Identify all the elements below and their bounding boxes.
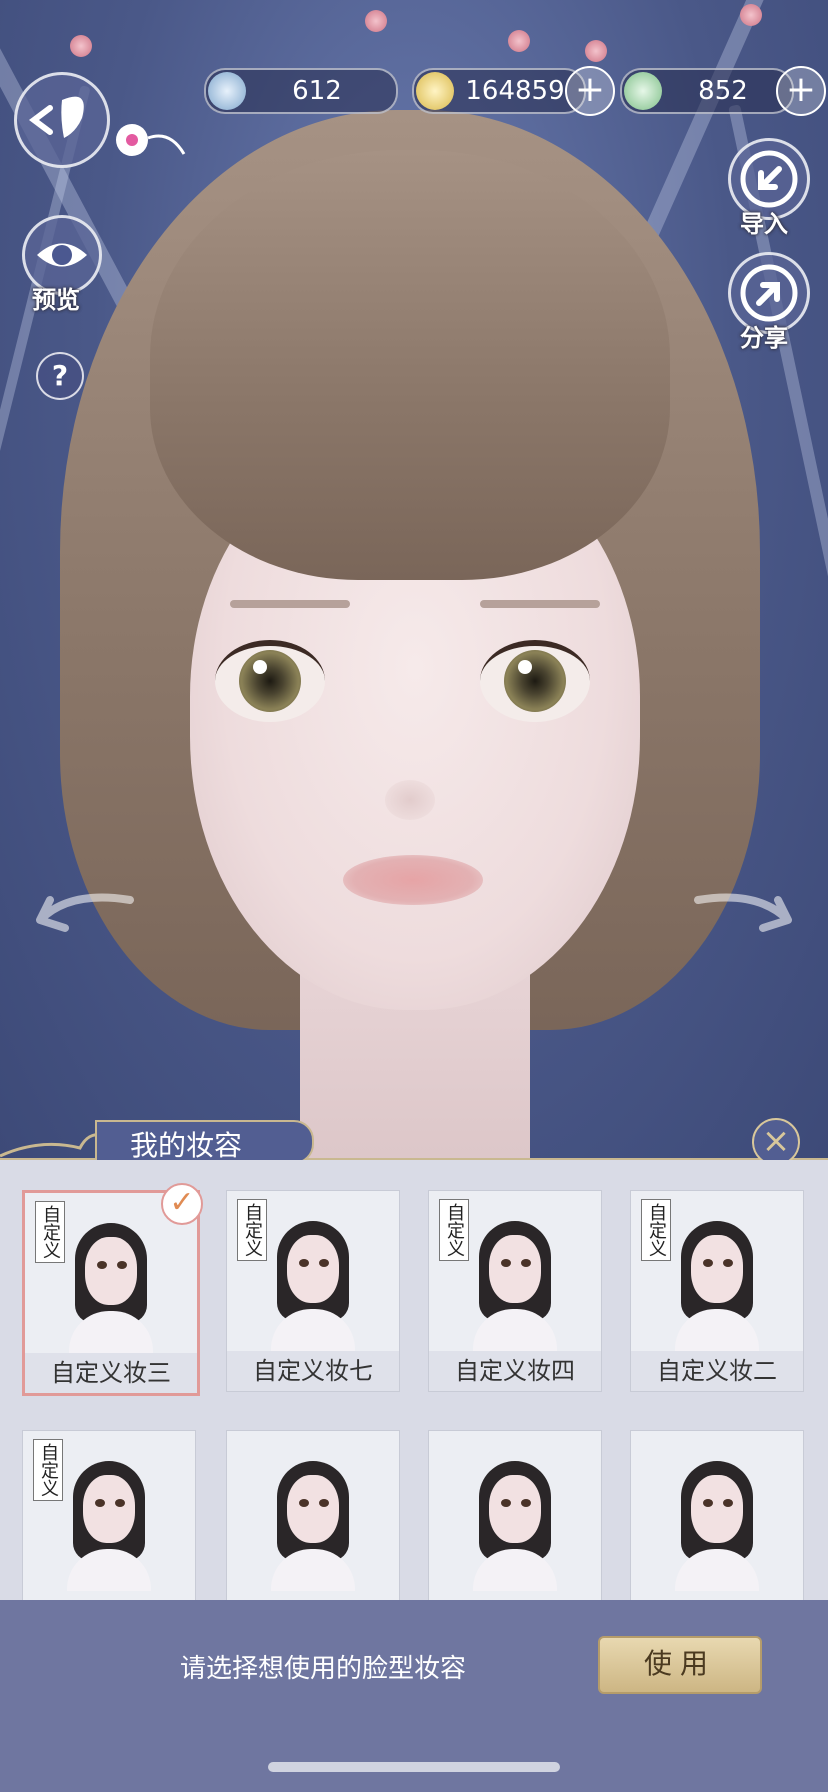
makeup-caption: 自定义妆二 [631, 1351, 803, 1391]
add-coin-button[interactable]: + [565, 66, 615, 116]
custom-tag: 自定义 [237, 1199, 267, 1261]
back-butterfly-icon [29, 96, 84, 138]
custom-tag: 自定义 [33, 1439, 63, 1501]
help-icon: ? [51, 359, 69, 392]
jade-icon [208, 72, 246, 110]
jade-token-icon [624, 72, 662, 110]
help-button[interactable]: ? [36, 352, 84, 400]
portrait-thumbnail [63, 1461, 155, 1591]
use-button[interactable]: 使用 [598, 1636, 762, 1694]
portrait-thumbnail [671, 1461, 763, 1591]
hair-bangs [150, 150, 670, 580]
preview-label: 预览 [32, 286, 80, 314]
back-button[interactable] [14, 72, 110, 168]
makeup-card[interactable]: 自定义 自定义妆四 [428, 1190, 602, 1392]
rotate-left-icon[interactable] [30, 880, 140, 950]
portrait-thumbnail [267, 1221, 359, 1351]
currency-jade: 612 [204, 68, 398, 114]
blossom [508, 30, 530, 52]
selection-hint: 请选择想使用的脸型妆容 [180, 1654, 467, 1684]
blossom [585, 40, 607, 62]
currency-coin: 164859 [412, 68, 586, 114]
selected-check-icon: ✓ [161, 1183, 203, 1225]
add-jade-token-button[interactable]: + [776, 66, 826, 116]
left-eye [215, 640, 325, 722]
left-eyebrow [230, 600, 350, 608]
makeup-caption: 自定义妆四 [429, 1351, 601, 1391]
currency-value: 852 [698, 76, 748, 106]
makeup-card[interactable] [428, 1430, 602, 1602]
import-label: 导入 [740, 210, 788, 238]
character-lips [343, 855, 483, 905]
currency-jade-token: 852 [620, 68, 794, 114]
share-label: 分享 [740, 324, 788, 352]
custom-tag: 自定义 [641, 1199, 671, 1261]
flower-ornament-icon [116, 124, 186, 156]
custom-tag: 自定义 [439, 1199, 469, 1261]
makeup-card[interactable]: 自定义 自定义妆三 ✓ [22, 1183, 203, 1396]
close-panel-button[interactable]: × [752, 1118, 800, 1166]
makeup-card[interactable]: 自定义 自定义妆七 [226, 1190, 400, 1392]
portrait-thumbnail [469, 1461, 561, 1591]
copper-coin-icon [416, 72, 454, 110]
currency-value: 612 [292, 76, 342, 106]
portrait-thumbnail [267, 1461, 359, 1591]
makeup-grid: 自定义 自定义妆三 ✓ 自定义 自定义妆七 自定义 自定义妆四 自定义 自定义妆… [0, 1160, 828, 1602]
makeup-card[interactable] [226, 1430, 400, 1602]
makeup-card[interactable]: 自定义 自定义妆二 [630, 1190, 804, 1392]
right-eye [480, 640, 590, 722]
blossom [365, 10, 387, 32]
blossom [70, 35, 92, 57]
close-icon: × [761, 1121, 791, 1161]
custom-tag: 自定义 [35, 1201, 65, 1263]
blossom [740, 4, 762, 26]
makeup-card[interactable] [630, 1430, 804, 1602]
currency-value: 164859 [465, 76, 565, 106]
panel-title: 我的妆容 [130, 1129, 243, 1162]
portrait-thumbnail [65, 1223, 157, 1353]
portrait-thumbnail [671, 1221, 763, 1351]
right-eyebrow [480, 600, 600, 608]
rotate-right-icon[interactable] [688, 880, 798, 950]
home-indicator[interactable] [268, 1762, 560, 1772]
makeup-card[interactable]: 自定义 [22, 1430, 196, 1602]
character-nose [385, 780, 435, 820]
makeup-caption: 自定义妆七 [227, 1351, 399, 1391]
makeup-caption: 自定义妆三 [25, 1353, 197, 1393]
portrait-thumbnail [469, 1221, 561, 1351]
character-scene[interactable] [0, 0, 828, 1160]
